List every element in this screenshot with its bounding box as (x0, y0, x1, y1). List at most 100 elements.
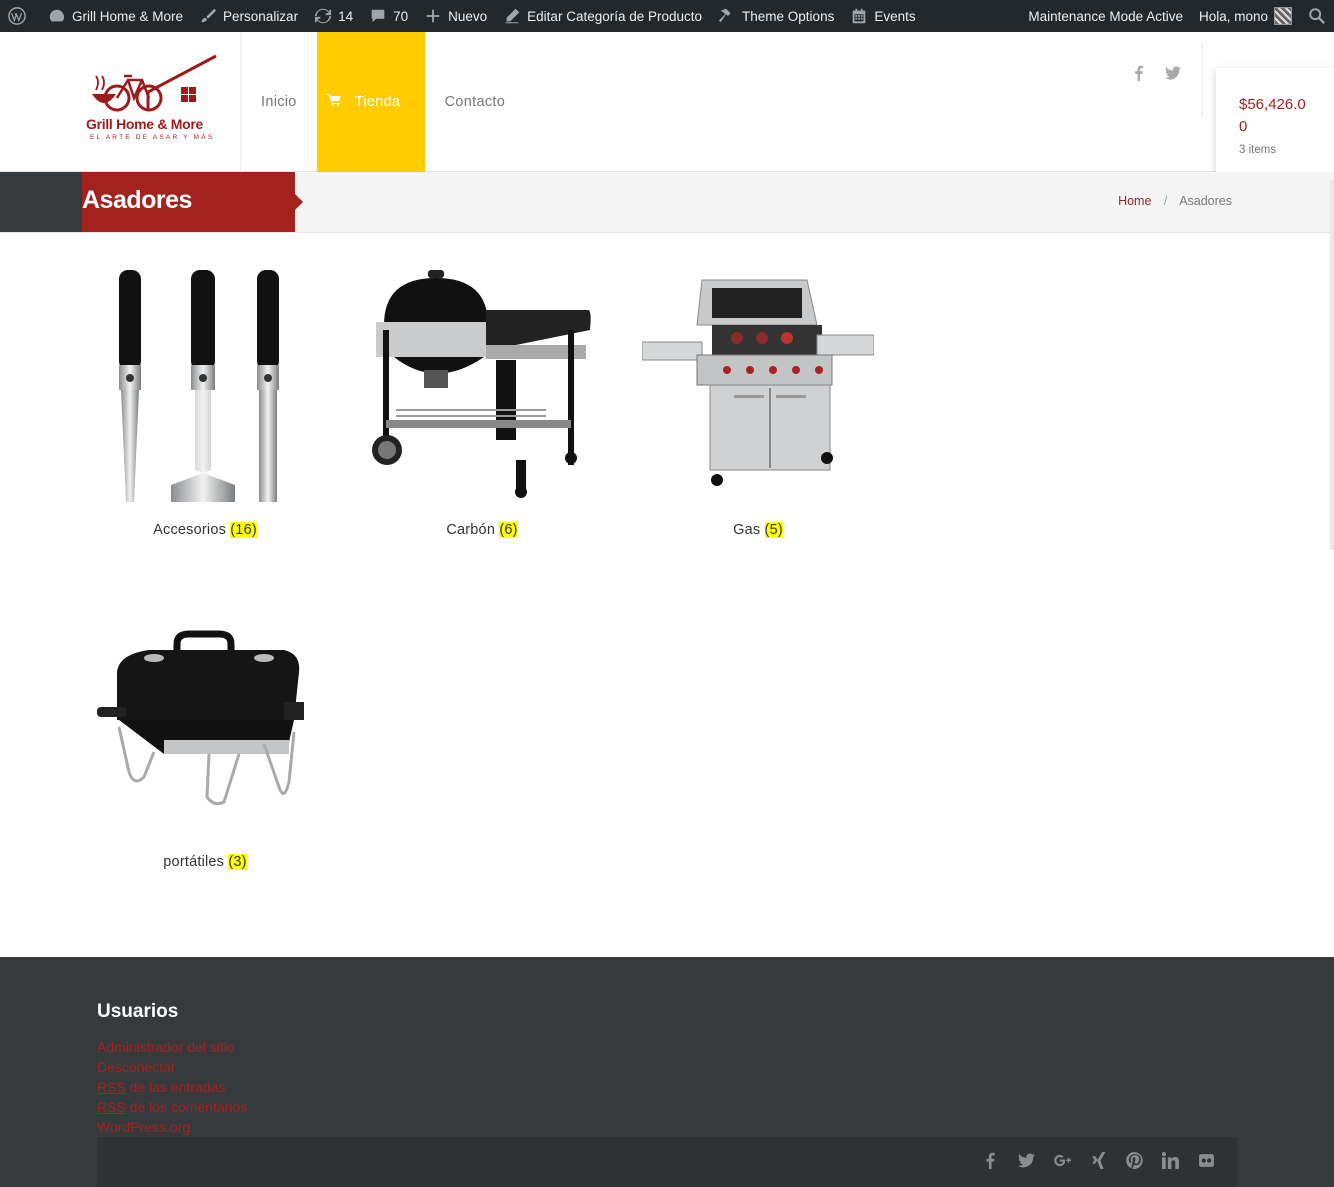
maintenance-mode-link[interactable]: Maintenance Mode Active (1020, 0, 1191, 32)
cart-amount: $56,426.00 (1239, 96, 1306, 135)
category-count: (5) (764, 522, 783, 538)
avatar (1274, 7, 1292, 25)
breadcrumb-home-link[interactable]: Home (1118, 194, 1151, 208)
comments-link[interactable]: 70 (361, 0, 416, 32)
category-image-accesorios (89, 270, 321, 502)
footer-link-rss-entries[interactable]: RSS de las entradas (97, 1077, 247, 1097)
breadcrumb-current: Asadores (1179, 194, 1232, 208)
page-title-bar: Asadores Home / Asadores (0, 172, 1334, 233)
site-name-link[interactable]: Grill Home & More (40, 0, 191, 32)
events-link[interactable]: Events (842, 0, 923, 32)
linkedin-icon[interactable] (1161, 1151, 1179, 1169)
customize-link[interactable]: Personalizar (191, 0, 306, 32)
breadcrumb-separator: / (1163, 194, 1168, 208)
cart-items-count: 3 items (1239, 144, 1277, 156)
page-title: Asadores (82, 186, 192, 214)
pencil-icon (503, 7, 521, 25)
footer-link-logout[interactable]: Desconectar (97, 1057, 247, 1077)
nav-item-contacto[interactable]: Contacto (425, 32, 525, 172)
my-account-link[interactable]: Hola, mono (1191, 0, 1300, 32)
footer-social-links (981, 1151, 1215, 1169)
theme-options-link[interactable]: Theme Options (710, 0, 842, 32)
updates-count: 14 (338, 8, 354, 24)
title-bar-dark-block (0, 172, 82, 232)
category-count: (6) (499, 522, 518, 538)
category-image-gas (641, 270, 875, 502)
facebook-icon[interactable] (1130, 64, 1148, 82)
category-card-accesorios[interactable]: Accesorios (16) (89, 270, 321, 538)
logo-graphic (92, 54, 217, 112)
calendar-icon (850, 7, 868, 25)
nav-item-tienda[interactable]: Tienda (316, 32, 425, 172)
category-name: Carbón (446, 522, 496, 538)
category-card-carbon[interactable]: Carbón (6) (366, 270, 598, 538)
footer-link-text: de los comentarios (125, 1099, 248, 1115)
header-divider (1202, 42, 1203, 118)
new-content-link[interactable]: Nuevo (416, 0, 495, 32)
site-logo[interactable]: Grill Home & More EL ARTE DE ASAR Y MÁS (86, 54, 218, 150)
updates-link[interactable]: 14 (306, 0, 361, 32)
facebook-icon[interactable] (981, 1151, 999, 1169)
pinterest-icon[interactable] (1125, 1151, 1143, 1169)
rss-abbr: RSS (97, 1079, 126, 1095)
edit-category-label: Editar Categoría de Producto (527, 8, 703, 24)
plus-icon (424, 7, 442, 25)
admin-search-button[interactable] (1300, 0, 1334, 32)
category-card-portatiles[interactable]: portátiles (3) (89, 602, 321, 870)
mini-cart[interactable]: $56,426.00 3 items (1216, 68, 1334, 181)
main-navigation: Inicio Tienda Contacto (241, 32, 525, 172)
footer-link-admin[interactable]: Administrador del sitio (97, 1037, 247, 1057)
twitter-icon[interactable] (1164, 64, 1182, 82)
site-name-label: Grill Home & More (72, 8, 184, 24)
admin-bar: Grill Home & More Personalizar 14 70 Nue… (0, 0, 1334, 32)
wordpress-logo-button[interactable] (0, 0, 40, 32)
category-card-gas[interactable]: Gas (5) (641, 270, 875, 538)
category-name: Gas (733, 522, 761, 538)
scrollbar-edge[interactable] (1330, 180, 1334, 550)
footer-link-text: de las entradas (125, 1079, 226, 1095)
category-image-carbon (366, 270, 598, 502)
wordpress-icon (8, 7, 26, 25)
footer-link-rss-comments[interactable]: RSS de los comentarios (97, 1097, 247, 1117)
nav-item-label: Tienda (354, 94, 401, 110)
category-count: (16) (230, 522, 257, 538)
nav-item-inicio[interactable]: Inicio (241, 32, 317, 172)
maintenance-label: Maintenance Mode Active (1028, 8, 1183, 24)
google-plus-icon[interactable] (1053, 1151, 1071, 1169)
updates-icon (314, 7, 332, 25)
category-name: portátiles (163, 854, 225, 870)
greeting-label: Hola, mono (1198, 8, 1268, 24)
hammer-icon (718, 7, 736, 25)
site-header: Grill Home & More EL ARTE DE ASAR Y MÁS … (0, 32, 1334, 181)
xing-icon[interactable] (1089, 1151, 1107, 1169)
footer-bottom-bar (97, 1137, 1237, 1187)
footer-widget-title: Usuarios (97, 1001, 179, 1022)
search-icon (1308, 7, 1326, 25)
logo-tagline: EL ARTE DE ASAR Y MÁS (90, 134, 215, 141)
flickr-icon[interactable] (1197, 1151, 1215, 1169)
footer-link-wordpress[interactable]: WordPress.org (97, 1117, 247, 1137)
nav-item-label: Inicio (261, 94, 297, 110)
edit-category-link[interactable]: Editar Categoría de Producto (495, 0, 710, 32)
brush-icon (199, 7, 217, 25)
nav-item-label: Contacto (444, 94, 506, 110)
category-title: Carbón (6) (366, 522, 598, 538)
category-name: Accesorios (153, 522, 227, 538)
customize-label: Personalizar (223, 8, 299, 24)
logo-title: Grill Home & More (86, 116, 204, 132)
theme-options-label: Theme Options (742, 8, 835, 24)
twitter-icon[interactable] (1017, 1151, 1035, 1169)
category-title: Gas (5) (642, 522, 874, 538)
comment-icon (369, 7, 387, 25)
new-label: Nuevo (448, 8, 488, 24)
events-label: Events (874, 8, 916, 24)
footer-meta-links: Administrador del sitio Desconectar RSS … (97, 1037, 247, 1137)
comments-count: 70 (393, 8, 409, 24)
dashboard-icon (48, 7, 66, 25)
breadcrumb: Home / Asadores (1118, 194, 1232, 208)
category-title: Accesorios (16) (89, 522, 321, 538)
shopping-cart-icon (326, 94, 341, 110)
site-footer: Usuarios Administrador del sitio Descone… (0, 957, 1334, 1187)
category-title: portátiles (3) (89, 854, 321, 870)
rss-abbr: RSS (97, 1099, 126, 1115)
